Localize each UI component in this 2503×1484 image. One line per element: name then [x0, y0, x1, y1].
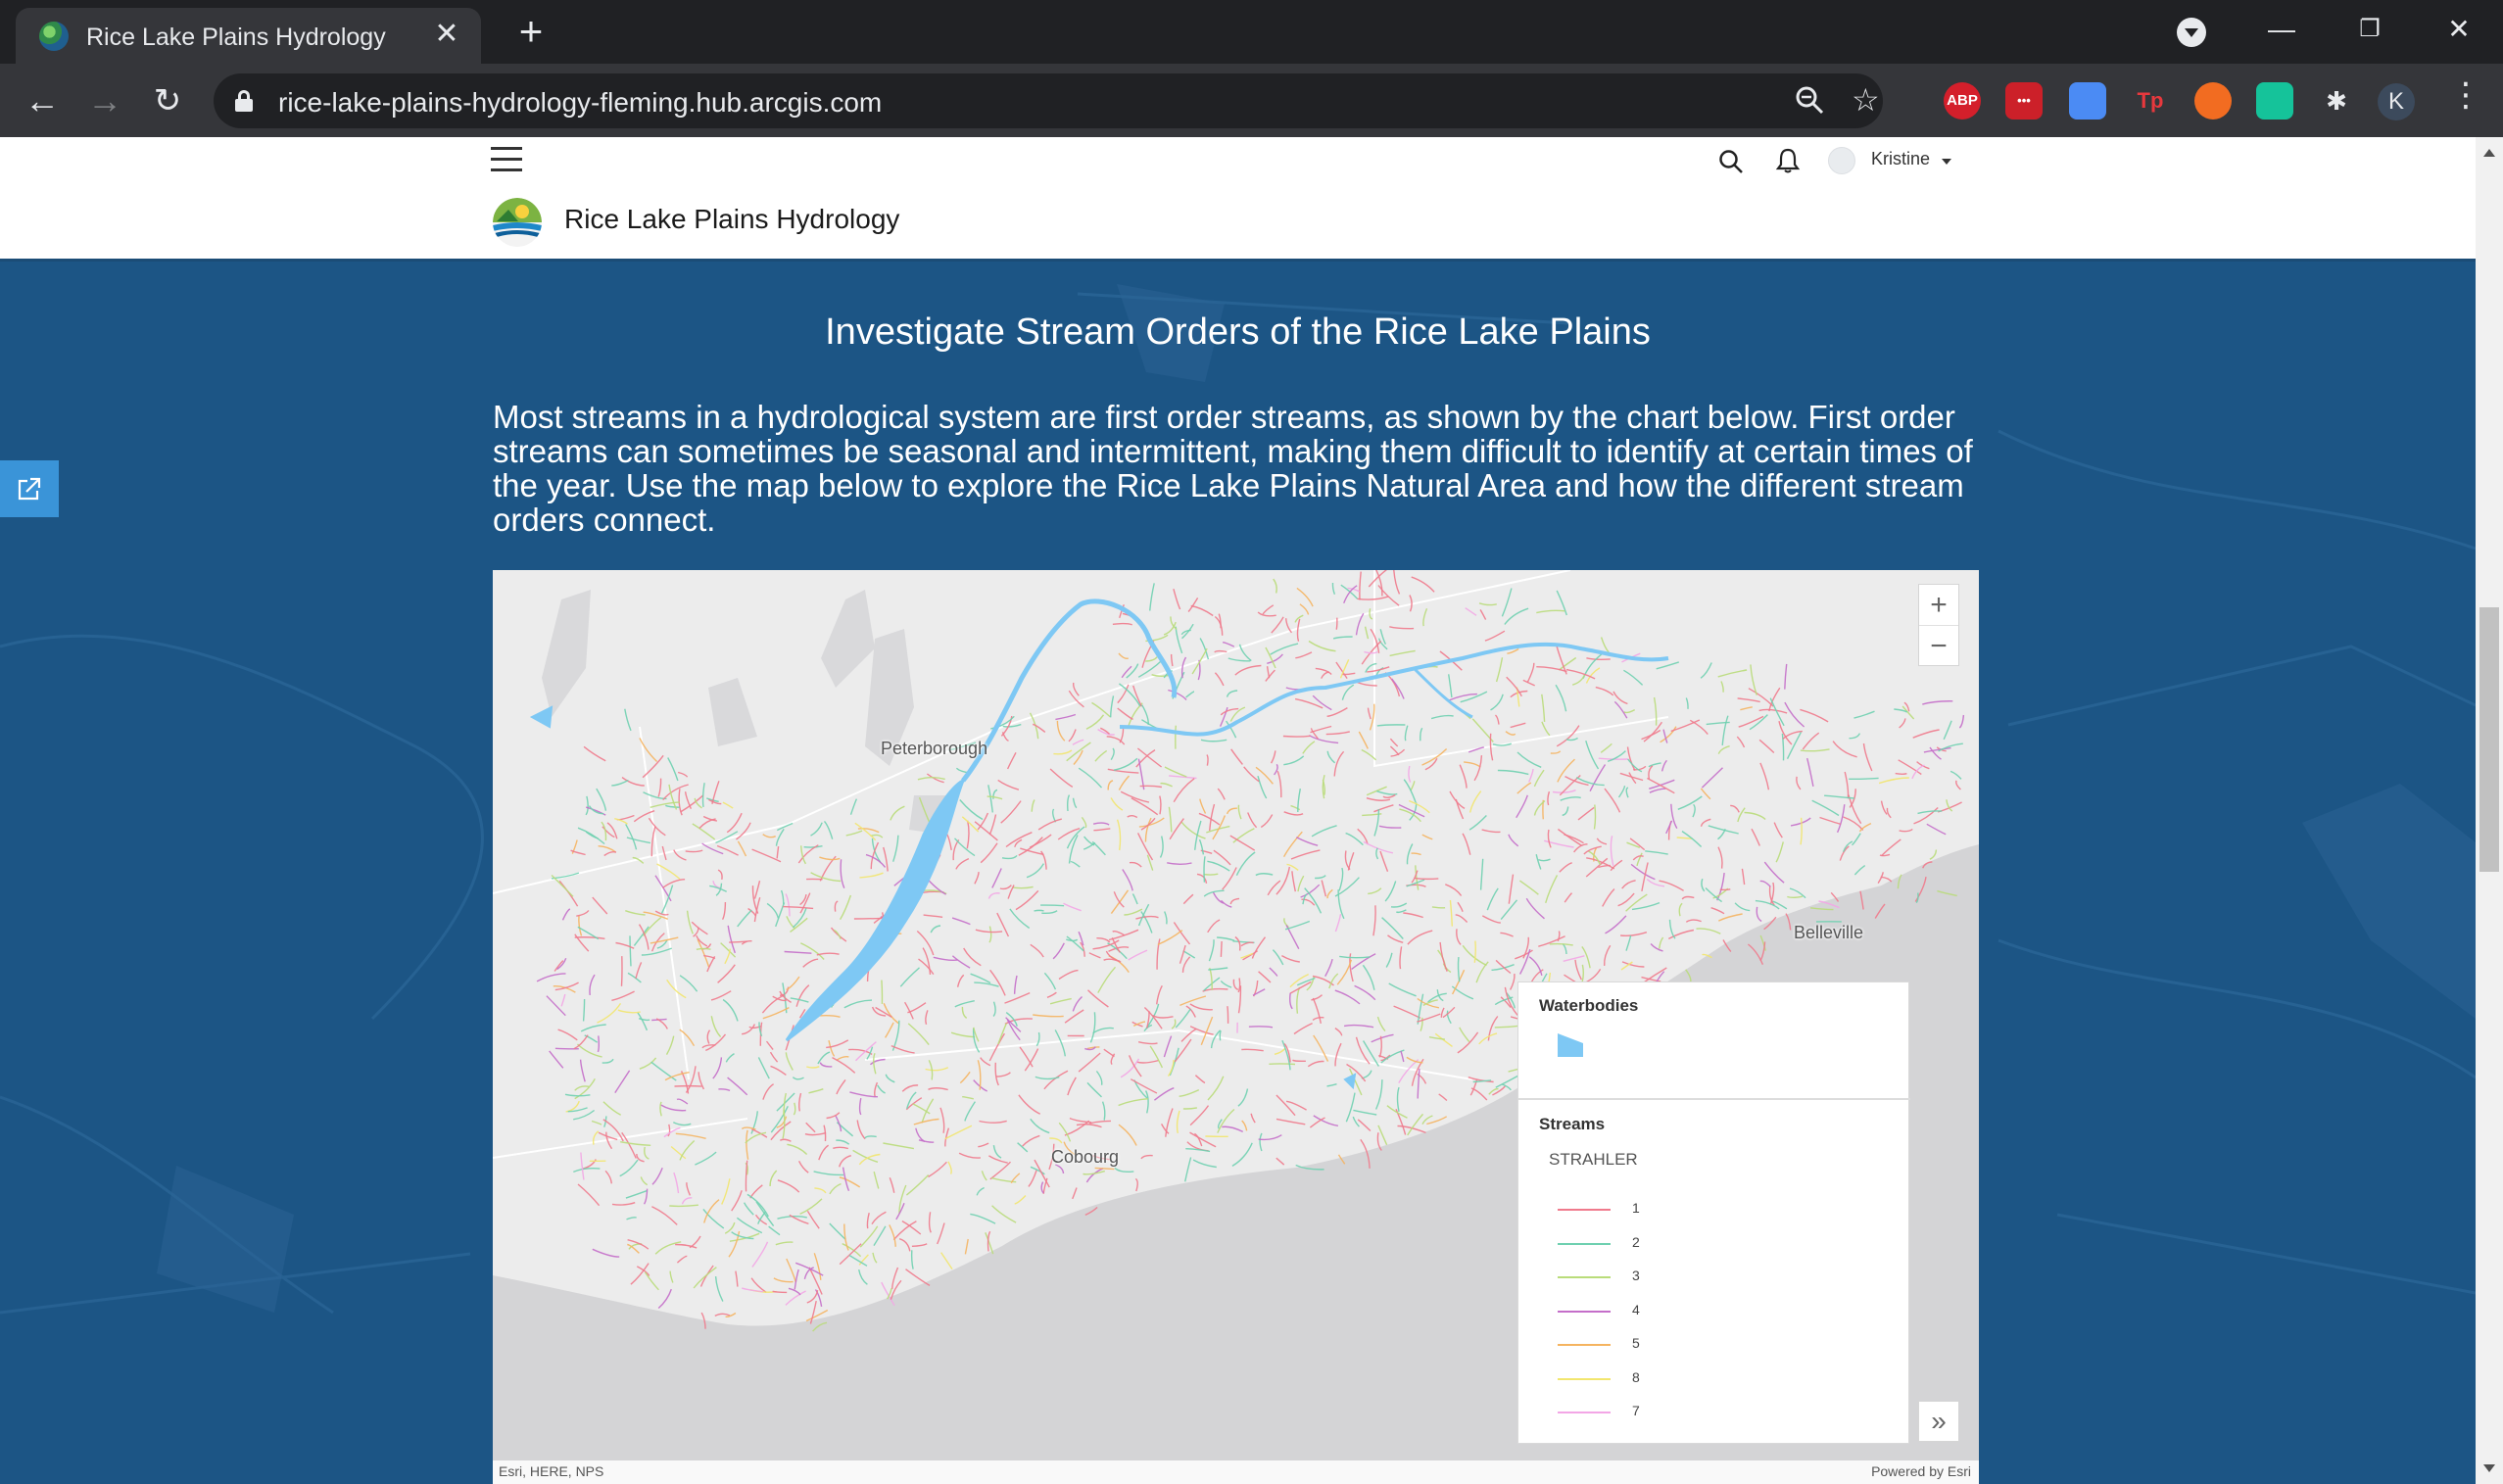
legend-line-swatch	[1558, 1412, 1611, 1413]
adblock-plus-label: ABP	[1947, 92, 1978, 109]
close-window-icon[interactable]: ✕	[2430, 8, 2488, 51]
user-name[interactable]: Kristine	[1871, 149, 1930, 169]
tab-title: Rice Lake Plains Hydrology	[86, 24, 386, 51]
zoom-control: + −	[1918, 584, 1959, 666]
tp-extension-icon[interactable]: Tp	[2132, 82, 2169, 120]
legend-line-swatch	[1558, 1344, 1611, 1346]
web-map[interactable]: Peterborough Belleville Cobourg + − Wate…	[493, 570, 1979, 1484]
hamburger-menu-icon[interactable]	[491, 147, 522, 172]
url-text[interactable]: rice-lake-plains-hydrology-fleming.hub.a…	[278, 87, 882, 119]
legend-class-label: 7	[1632, 1403, 1640, 1418]
legend-class-row: 2	[1558, 1234, 1754, 1254]
attribution-text: Esri, HERE, NPS	[499, 1463, 604, 1479]
legend-class-row: 5	[1558, 1335, 1754, 1355]
browser-tab-strip: Rice Lake Plains Hydrology ✕ + — ❐ ✕	[0, 0, 2503, 64]
lastpass-icon[interactable]: •••	[2005, 82, 2043, 120]
map-label-belleville: Belleville	[1794, 923, 1864, 942]
scroll-down-arrow-icon[interactable]	[2483, 1464, 2495, 1472]
legend-line-swatch	[1558, 1209, 1611, 1211]
browser-menu-icon[interactable]: ⋮	[2449, 75, 2482, 115]
scroll-thumb[interactable]	[2479, 607, 2499, 872]
back-arrow-icon[interactable]: ←	[20, 78, 65, 123]
tab-search-icon[interactable]	[2177, 18, 2206, 47]
legend-line-swatch	[1558, 1276, 1611, 1278]
restore-icon[interactable]: ❐	[2340, 8, 2399, 51]
section-heading: Investigate Stream Orders of the Rice La…	[825, 311, 1651, 353]
forward-arrow-icon[interactable]: →	[82, 78, 127, 123]
honey-extension-icon[interactable]	[2194, 82, 2232, 120]
site-title[interactable]: Rice Lake Plains Hydrology	[564, 204, 899, 235]
legend-divider	[1518, 1098, 1910, 1100]
legend-field-name: STRAHLER	[1549, 1150, 1638, 1169]
user-dropdown-caret-icon[interactable]	[1942, 159, 1951, 165]
site-header: Kristine Rice Lake Plains Hydrology	[0, 137, 2476, 262]
legend-class-label: 4	[1632, 1301, 1640, 1317]
legend-class-label: 8	[1632, 1368, 1640, 1385]
page-viewport: Kristine Rice Lake Plains Hydrology Inve…	[0, 137, 2476, 1484]
legend-class-label: 5	[1632, 1335, 1640, 1351]
legend-class-row: 1	[1558, 1200, 1754, 1220]
legend-class-row: 7	[1558, 1403, 1754, 1422]
legend-class-row: 3	[1558, 1268, 1754, 1287]
legend-class-label: 3	[1632, 1268, 1640, 1283]
docs-icon[interactable]	[2069, 82, 2106, 120]
legend-waterbodies-title: Waterbodies	[1539, 996, 1639, 1015]
browser-toolbar: ← → ↻ rice-lake-plains-hydrology-fleming…	[0, 64, 2503, 137]
legend-class-row: 8	[1558, 1369, 1754, 1389]
map-attribution: Esri, HERE, NPS Powered by Esri	[493, 1460, 1979, 1484]
zoom-magnifier-icon[interactable]	[1795, 85, 1824, 121]
share-icon	[18, 477, 41, 501]
legend-class-label: 2	[1632, 1233, 1640, 1250]
lastpass-label: •••	[2017, 93, 2031, 108]
bookmark-star-icon[interactable]: ☆	[1852, 81, 1880, 119]
legend-line-swatch	[1558, 1242, 1611, 1245]
tp-label: Tp	[2137, 88, 2164, 113]
notification-bell-icon[interactable]	[1775, 147, 1801, 174]
scroll-up-arrow-icon[interactable]	[2483, 149, 2495, 157]
map-label-cobourg: Cobourg	[1051, 1147, 1120, 1167]
grammar-extension-icon[interactable]	[2256, 82, 2293, 120]
lock-icon	[235, 90, 253, 112]
legend-class-label: 1	[1632, 1200, 1640, 1216]
address-bar[interactable]: rice-lake-plains-hydrology-fleming.hub.a…	[214, 73, 1883, 128]
section-body-text: Most streams in a hydrological system ar…	[493, 399, 1973, 538]
globe-favicon-icon	[39, 22, 69, 51]
minimize-icon[interactable]: —	[2252, 8, 2311, 51]
page-scrollbar[interactable]	[2476, 137, 2503, 1484]
close-tab-icon[interactable]: ✕	[430, 18, 463, 51]
search-icon[interactable]	[1718, 149, 1744, 174]
user-avatar[interactable]	[1828, 147, 1855, 174]
legend-line-swatch	[1558, 1377, 1611, 1380]
waterbody-swatch	[1558, 1033, 1583, 1057]
share-button[interactable]	[0, 460, 59, 517]
map-label-peterborough: Peterborough	[881, 739, 988, 758]
extensions-puzzle-icon[interactable]: ✱	[2318, 82, 2355, 120]
browser-tab[interactable]: Rice Lake Plains Hydrology ✕	[16, 8, 481, 64]
zoom-out-button[interactable]: −	[1919, 626, 1958, 667]
zoom-in-button[interactable]: +	[1919, 585, 1958, 626]
map-legend: Waterbodies Streams STRAHLER 1 2 3 4 5 8 7	[1517, 981, 1910, 1444]
legend-line-swatch	[1558, 1310, 1611, 1313]
legend-collapse-button[interactable]: »	[1918, 1401, 1959, 1442]
legend-class-row: 4	[1558, 1302, 1754, 1321]
adblock-plus-icon[interactable]: ABP	[1944, 82, 1981, 120]
reload-icon[interactable]: ↻	[145, 78, 190, 123]
legend-streams-title: Streams	[1539, 1115, 1606, 1133]
profile-avatar[interactable]: K	[2378, 83, 2415, 120]
new-tab-button[interactable]: +	[511, 11, 551, 52]
powered-by-esri-link[interactable]: Powered by Esri	[1871, 1463, 1971, 1479]
site-logo[interactable]	[493, 198, 542, 247]
